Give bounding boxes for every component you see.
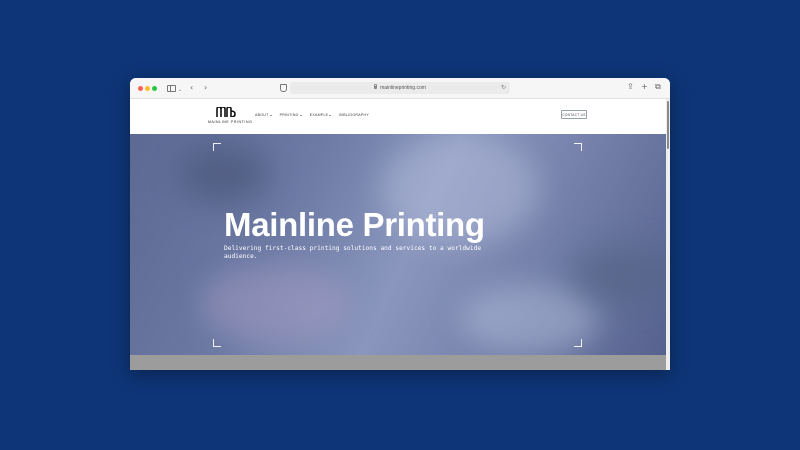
url-text: mainlineprinting.com (380, 85, 426, 91)
browser-window: ⌄ ‹ › mainlineprinting.com ↻ ⇪ + ⧉ MAINL… (130, 78, 670, 370)
chevron-right-icon[interactable]: › (204, 83, 207, 93)
minimize-window-button[interactable] (145, 86, 150, 91)
frame-corner-bottom-right (574, 339, 582, 347)
frame-corner-top-right (574, 143, 582, 151)
plus-icon[interactable]: + (641, 82, 648, 91)
chevron-down-icon[interactable]: ⌄ (178, 85, 182, 95)
contact-us-button[interactable]: CONTACT US (561, 110, 587, 119)
nav-label: EXAMPLE (309, 113, 329, 117)
browser-toolbar: ⌄ ‹ › mainlineprinting.com ↻ ⇪ + ⧉ (130, 78, 670, 99)
hero-section: Mainline Printing Delivering first-class… (130, 134, 666, 355)
reload-icon[interactable]: ↻ (501, 82, 506, 94)
sidebar-icon[interactable] (167, 85, 176, 92)
hero-subtitle: Delivering first-class printing solution… (224, 245, 482, 260)
address-bar[interactable]: mainlineprinting.com ↻ (290, 82, 510, 94)
share-icon[interactable]: ⇪ (627, 82, 634, 91)
frame-corner-top-left (213, 143, 221, 151)
nav-label: PRINTING (279, 113, 299, 117)
hero-background-shape (570, 244, 666, 304)
hero-title: Mainline Printing (224, 206, 485, 243)
shield-icon[interactable] (280, 84, 287, 92)
site-header: MAINLINE PRINTING ABOUT PRINTING EXAMPLE… (130, 99, 666, 134)
nav-item-bibliography[interactable]: BIBLIOGRAPHY (339, 113, 369, 117)
hero-background-shape (180, 144, 270, 204)
tabs-icon[interactable]: ⧉ (655, 82, 661, 92)
nav-item-example[interactable]: EXAMPLE (310, 113, 332, 117)
caret-down-icon (269, 114, 272, 116)
nav-item-about[interactable]: ABOUT (255, 113, 272, 117)
nav-label: ABOUT (255, 113, 269, 117)
frame-corner-bottom-left (213, 339, 221, 347)
logo-text[interactable]: MAINLINE PRINTING (208, 120, 252, 124)
close-window-button[interactable] (138, 86, 143, 91)
scrollbar[interactable] (666, 99, 670, 370)
main-nav: ABOUT PRINTING EXAMPLE BIBLIOGRAPHY (255, 113, 369, 117)
caret-down-icon (299, 114, 302, 116)
nav-item-printing[interactable]: PRINTING (280, 113, 302, 117)
next-section-preview (130, 355, 666, 370)
hero-background-shape (200, 264, 350, 344)
logo-mark[interactable] (216, 107, 236, 117)
zoom-window-button[interactable] (152, 86, 157, 91)
chevron-left-icon[interactable]: ‹ (190, 83, 193, 93)
lock-icon (374, 84, 378, 90)
nav-label: BIBLIOGRAPHY (339, 113, 369, 117)
caret-down-icon (329, 114, 332, 116)
scrollbar-thumb[interactable] (667, 101, 669, 149)
